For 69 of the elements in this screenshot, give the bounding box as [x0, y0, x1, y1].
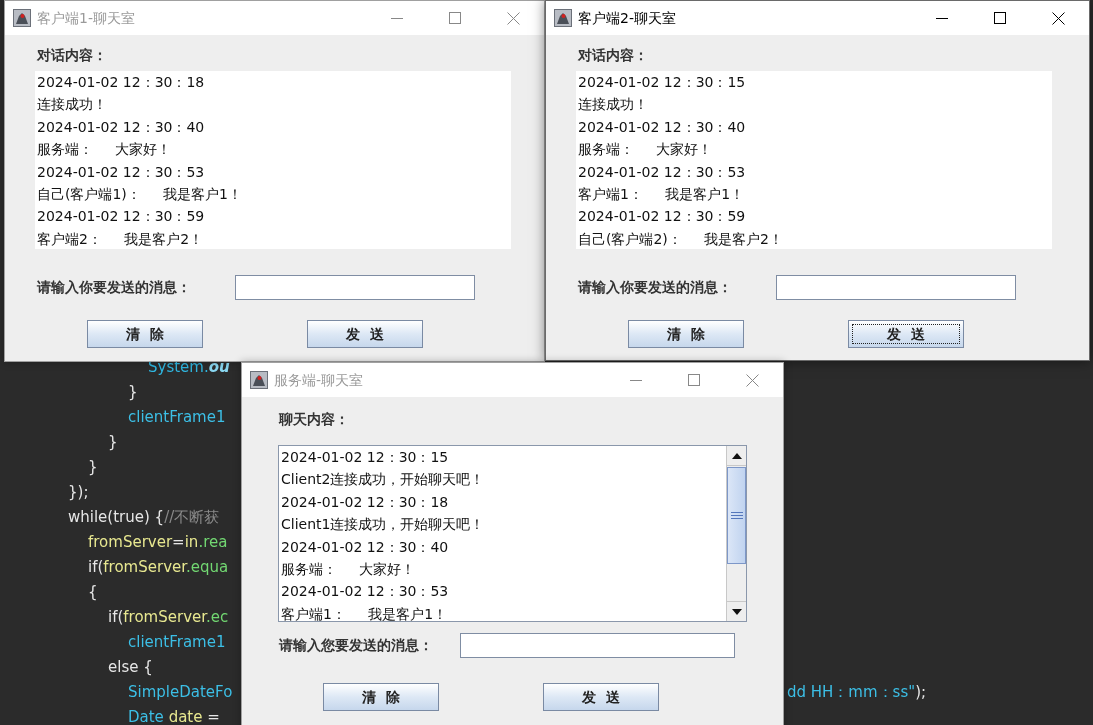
- message-line: 2024-01-02 12：30：40: [36, 117, 206, 137]
- message-line: 连接成功！: [36, 95, 108, 115]
- message-line: 客户端1： 我是客户1！: [280, 604, 449, 621]
- code-line: while(true) {//不断获: [68, 507, 220, 528]
- message-line: 客户端2： 我是客户2！: [36, 229, 205, 249]
- code-line: if(fromServer.equa: [87, 557, 229, 578]
- window-title: 客户端1-聊天室: [37, 8, 135, 28]
- app-icon: [554, 9, 572, 27]
- message-line: 服务端： 大家好！: [36, 140, 173, 160]
- code-line: });: [68, 482, 89, 503]
- up-arrow-icon: [731, 452, 742, 459]
- message-line: 2024-01-02 12：30：53: [577, 162, 747, 182]
- message-line: 自己(客户端2)： 我是客户2！: [577, 229, 784, 249]
- action-button[interactable]: 发 送: [848, 320, 964, 348]
- input-label: 请输入你要发送的消息：: [578, 278, 732, 297]
- action-button[interactable]: 发 送: [307, 320, 423, 348]
- content-label: 对话内容：: [578, 46, 648, 65]
- app-icon: [13, 9, 31, 27]
- message-line: Client2连接成功，开始聊天吧！: [280, 470, 486, 490]
- code-line: else {: [107, 657, 153, 678]
- down-arrow-icon: [731, 608, 742, 615]
- maximize-icon[interactable]: [994, 12, 1006, 24]
- close-icon[interactable]: [1051, 11, 1065, 25]
- message-line: 2024-01-02 12：30：15: [577, 73, 747, 92]
- message-line: 2024-01-02 12：30：40: [280, 537, 450, 557]
- message-input-field[interactable]: [460, 633, 735, 658]
- message-line: 2024-01-02 12：30：15: [280, 448, 450, 467]
- code-line: if(fromServer.ec: [107, 607, 229, 628]
- message-input-field[interactable]: [235, 275, 475, 300]
- message-line: 2024-01-02 12：30：18: [36, 73, 206, 92]
- code-line: Date date =: [127, 707, 220, 725]
- message-line: 服务端： 大家好！: [280, 559, 417, 579]
- input-label: 请输入您要发送的消息：: [279, 636, 433, 655]
- action-button[interactable]: 发 送: [543, 683, 659, 711]
- code-line: clientFrame1: [127, 407, 226, 428]
- message-line: 2024-01-02 12：30：40: [577, 117, 747, 137]
- minimize-icon[interactable]: [936, 17, 948, 19]
- code-line: dd HH：mm：ss");: [787, 682, 927, 703]
- window-title: 客户端2-聊天室: [578, 8, 676, 28]
- content-label: 对话内容：: [37, 46, 107, 65]
- action-button[interactable]: 清 除: [87, 320, 203, 348]
- action-button[interactable]: 清 除: [323, 683, 439, 711]
- code-line: {: [87, 582, 98, 603]
- code-line: clientFrame1: [127, 632, 226, 653]
- code-line: }: [127, 382, 138, 403]
- message-line: 客户端1： 我是客户1！: [577, 184, 746, 204]
- code-line: fromServer=in.rea: [87, 532, 228, 553]
- content-label: 聊天内容：: [279, 410, 349, 429]
- message-line: 2024-01-02 12：30：59: [36, 207, 206, 227]
- code-line: SimpleDateFo: [127, 682, 233, 703]
- message-line: Client1连接成功，开始聊天吧！: [280, 515, 486, 535]
- message-line: 服务端： 大家好！: [577, 140, 714, 160]
- grip-icon: [730, 512, 743, 519]
- code-line: }: [87, 457, 98, 478]
- message-input-field[interactable]: [776, 275, 1016, 300]
- message-line: 2024-01-02 12：30：53: [280, 582, 450, 602]
- input-label: 请输入你要发送的消息：: [37, 278, 191, 297]
- code-line: System.ou: [147, 357, 230, 378]
- window-title: 服务端-聊天室: [274, 370, 364, 390]
- message-line: 2024-01-02 12：30：53: [36, 162, 206, 182]
- code-line: }: [107, 432, 118, 453]
- scrollbar-track[interactable]: [726, 446, 746, 621]
- app-icon: [250, 371, 268, 389]
- message-line: 2024-01-02 12：30：18: [280, 492, 450, 512]
- action-button[interactable]: 清 除: [628, 320, 744, 348]
- message-line: 连接成功！: [577, 95, 649, 115]
- scrollbar-thumb[interactable]: [727, 467, 746, 564]
- message-line: 自己(客户端1)： 我是客户1！: [36, 184, 243, 204]
- message-line: 2024-01-02 12：30：59: [577, 207, 747, 227]
